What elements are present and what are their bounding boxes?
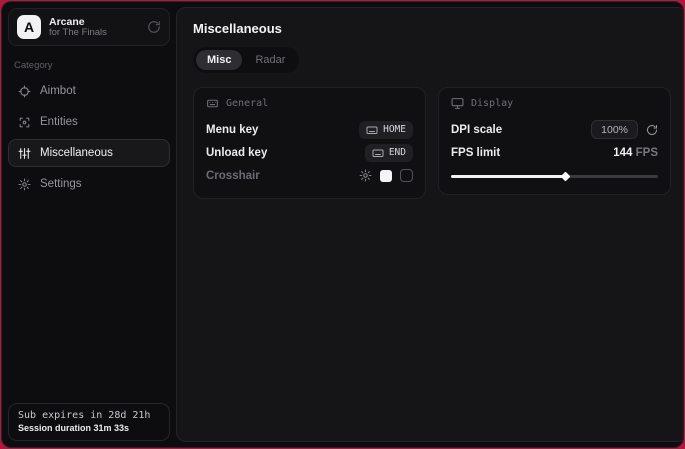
app-logo: A xyxy=(17,15,41,39)
fps-limit-value: 144 FPS xyxy=(613,147,658,159)
dpi-scale-row: DPI scale 100% xyxy=(451,118,658,141)
sidebar-item-miscellaneous[interactable]: Miscellaneous xyxy=(8,139,170,167)
fps-limit-label: FPS limit xyxy=(451,147,500,159)
menu-key-row: Menu key HOME xyxy=(206,118,413,141)
app-name: Arcane xyxy=(49,16,139,28)
menu-key-label: Menu key xyxy=(206,124,258,136)
keyboard-grid-icon xyxy=(206,97,219,110)
sliders-icon xyxy=(18,147,31,160)
fps-limit-row: FPS limit 144 FPS xyxy=(451,141,658,164)
unload-key-bind-button[interactable]: END xyxy=(365,144,413,162)
sidebar-spacer xyxy=(8,198,170,403)
session-duration-text: Session duration 31m 33s xyxy=(18,423,160,433)
menu-key-bind-button[interactable]: HOME xyxy=(359,121,413,139)
sub-expiry-text: Sub expires in 28d 21h xyxy=(18,410,160,421)
profile-card: A Arcane for The Finals xyxy=(8,8,170,46)
category-label: Category xyxy=(14,60,164,71)
crosshair-row: Crosshair xyxy=(206,164,413,187)
sidebar-nav: Aimbot Entities Miscellaneous xyxy=(8,77,170,198)
display-card: Display DPI scale 100% FPS limit xyxy=(438,87,671,195)
keyboard-icon xyxy=(366,124,378,136)
sidebar-item-label: Miscellaneous xyxy=(40,147,113,159)
crosshair-controls xyxy=(359,169,413,182)
cards-row: General Menu key HOME Unload key xyxy=(193,87,671,199)
crosshair-checkbox[interactable] xyxy=(400,169,413,182)
sidebar-item-label: Settings xyxy=(40,178,82,190)
crosshair-icon xyxy=(18,85,31,98)
menu-key-value: HOME xyxy=(383,124,406,135)
entities-icon xyxy=(18,116,31,129)
sidebar-item-settings[interactable]: Settings xyxy=(8,170,170,198)
slider-fill xyxy=(451,175,565,178)
fps-limit-slider[interactable] xyxy=(451,169,658,183)
dpi-scale-value[interactable]: 100% xyxy=(591,120,638,139)
display-card-header: Display xyxy=(451,97,658,110)
sidebar-item-entities[interactable]: Entities xyxy=(8,108,170,136)
app-window: A Arcane for The Finals Category Aimbot xyxy=(1,1,684,448)
fps-number: 144 xyxy=(613,147,632,159)
general-card: General Menu key HOME Unload key xyxy=(193,87,426,199)
keyboard-icon xyxy=(372,147,384,159)
tab-misc[interactable]: Misc xyxy=(196,50,242,70)
crosshair-label: Crosshair xyxy=(206,170,260,182)
sidebar-item-label: Aimbot xyxy=(40,85,76,97)
unload-key-value: END xyxy=(389,147,406,158)
main-panel: Miscellaneous Misc Radar General Menu ke… xyxy=(176,7,684,442)
general-card-title: General xyxy=(226,98,268,109)
profile-text: Arcane for The Finals xyxy=(49,16,139,39)
sidebar-item-aimbot[interactable]: Aimbot xyxy=(8,77,170,105)
general-card-header: General xyxy=(206,97,413,110)
display-card-title: Display xyxy=(471,98,513,109)
fps-unit: FPS xyxy=(636,147,658,159)
dpi-refresh-icon[interactable] xyxy=(646,124,658,136)
session-card: Sub expires in 28d 21h Session duration … xyxy=(8,403,170,441)
unload-key-row: Unload key END xyxy=(206,141,413,164)
sidebar-item-label: Entities xyxy=(40,116,78,128)
app-subtitle: for The Finals xyxy=(49,28,139,39)
tabbar: Misc Radar xyxy=(193,47,299,73)
gear-icon xyxy=(18,178,31,191)
sync-icon[interactable] xyxy=(147,20,161,34)
page-title: Miscellaneous xyxy=(193,21,671,36)
crosshair-color-swatch[interactable] xyxy=(380,170,392,182)
crosshair-settings-gear-icon[interactable] xyxy=(359,169,372,182)
tab-radar[interactable]: Radar xyxy=(244,50,296,70)
monitor-icon xyxy=(451,97,464,110)
unload-key-label: Unload key xyxy=(206,147,267,159)
dpi-scale-controls: 100% xyxy=(591,120,658,139)
sidebar: A Arcane for The Finals Category Aimbot xyxy=(2,2,176,447)
dpi-scale-label: DPI scale xyxy=(451,124,502,136)
slider-thumb[interactable] xyxy=(560,172,570,182)
